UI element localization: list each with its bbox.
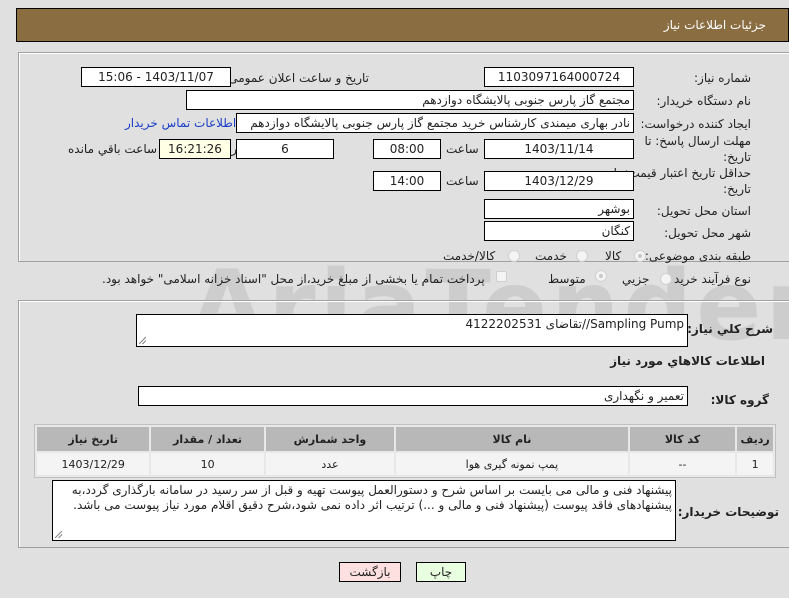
description-label: شرح كلي نياز:	[687, 322, 773, 336]
category-label: طبقه بندی موضوعی:	[644, 249, 751, 263]
cell-code: --	[629, 453, 736, 475]
cell-row: 1	[737, 453, 773, 475]
deadline-time-label: ساعت	[446, 142, 479, 156]
process-radio-small[interactable]	[660, 273, 672, 285]
city-field: کنگان	[484, 221, 634, 241]
need-number-field: 1103097164000724	[484, 67, 634, 87]
category-radio-service[interactable]	[576, 250, 588, 262]
treasury-checkbox[interactable]	[496, 271, 507, 282]
page-header: جزئیات اطلاعات نیاز	[16, 8, 789, 42]
deadline-date-field: 1403/11/14	[484, 139, 634, 159]
page-title: جزئیات اطلاعات نیاز	[663, 18, 766, 32]
days-remaining-field: 6	[236, 139, 334, 159]
creator-label: ایجاد کننده درخواست:	[640, 117, 751, 131]
need-number-label: شماره نیاز:	[694, 71, 751, 85]
table-header-row: ردیف کد کالا نام کالا واحد شمارش تعداد /…	[37, 427, 773, 451]
validity-date-field: 1403/12/29	[484, 171, 634, 191]
cell-unit: عدد	[265, 453, 395, 475]
col-name: نام کالا	[396, 427, 628, 451]
print-button[interactable]: چاپ	[416, 562, 466, 582]
buyer-contact-link[interactable]: اطلاعات تماس خریدار	[125, 116, 236, 130]
resize-grip-icon[interactable]	[139, 337, 146, 344]
buyer-notes-field[interactable]: پیشنهاد فنی و مالی می بایست بر اساس شرح …	[52, 480, 676, 541]
validity-label: حداقل تاریخ اعتبار قیمت: تا	[613, 166, 751, 180]
description-text: Sampling Pump//تقاضای 4122202531	[465, 317, 685, 331]
buyer-notes-label: توضیحات خریدار:	[677, 505, 779, 519]
process-option-small: جزیي	[622, 272, 650, 286]
col-row: ردیف	[737, 427, 773, 451]
process-radio-medium[interactable]	[595, 270, 607, 282]
cell-date: 1403/12/29	[37, 453, 150, 475]
cell-name: پمپ نمونه گیری هوا	[396, 453, 628, 475]
validity-time-label: ساعت	[446, 174, 479, 188]
deadline-label: مهلت ارسال پاسخ: تا	[644, 134, 751, 148]
category-option-service: خدمت	[535, 249, 567, 263]
cell-qty: 10	[151, 453, 264, 475]
announce-label: تاریخ و ساعت اعلان عمومی:	[224, 71, 369, 85]
validity-label-date: تاریخ:	[723, 182, 751, 196]
back-button[interactable]: بازگشت	[339, 562, 401, 582]
time-remaining-field: 16:21:26	[159, 139, 231, 159]
treasury-text: پرداخت تمام یا بخشی از مبلغ خرید،از محل …	[102, 272, 485, 286]
deadline-label-date: تاریخ:	[723, 150, 751, 164]
col-date: تاریخ نیاز	[37, 427, 150, 451]
process-option-medium: متوسط	[548, 272, 586, 286]
col-qty: تعداد / مقدار	[151, 427, 264, 451]
category-radio-goods-service[interactable]	[508, 250, 520, 262]
col-code: کد کالا	[629, 427, 736, 451]
buyer-org-label: نام دستگاه خریدار:	[656, 94, 752, 108]
buyer-notes-text: پیشنهاد فنی و مالی می بایست بر اساس شرح …	[71, 483, 672, 512]
goods-group-field: تعمیر و نگهداری	[138, 386, 688, 406]
goods-table: ردیف کد کالا نام کالا واحد شمارش تعداد /…	[34, 424, 776, 478]
validity-time-field: 14:00	[373, 171, 441, 191]
goods-section-title: اطلاعات كالاهاي مورد نياز	[610, 354, 765, 368]
goods-group-label: گروه کالا:	[710, 393, 769, 407]
process-label: نوع فرآیند خرید :	[666, 272, 751, 286]
category-radio-goods[interactable]	[634, 250, 646, 262]
buyer-org-field: مجتمع گاز پارس جنوبی پالایشگاه دوازدهم	[186, 90, 634, 110]
province-field: بوشهر	[484, 199, 634, 219]
remaining-label: ساعت باقي مانده	[68, 142, 158, 156]
city-label: شهر محل تحویل:	[664, 226, 751, 240]
deadline-time-field: 08:00	[373, 139, 441, 159]
category-option-goods: کالا	[605, 249, 622, 263]
province-label: استان محل تحویل:	[656, 204, 751, 218]
category-option-goods-service: کالا/خدمت	[443, 249, 496, 263]
description-field[interactable]: Sampling Pump//تقاضای 4122202531	[136, 314, 688, 347]
announce-datetime-field: 1403/11/07 - 15:06	[81, 67, 231, 87]
table-row: 1 -- پمپ نمونه گیری هوا عدد 10 1403/12/2…	[37, 453, 773, 475]
col-unit: واحد شمارش	[265, 427, 395, 451]
creator-field: نادر بهاری میمندی کارشناس خرید مجتمع گاز…	[236, 113, 634, 133]
resize-grip-icon[interactable]	[55, 531, 62, 538]
